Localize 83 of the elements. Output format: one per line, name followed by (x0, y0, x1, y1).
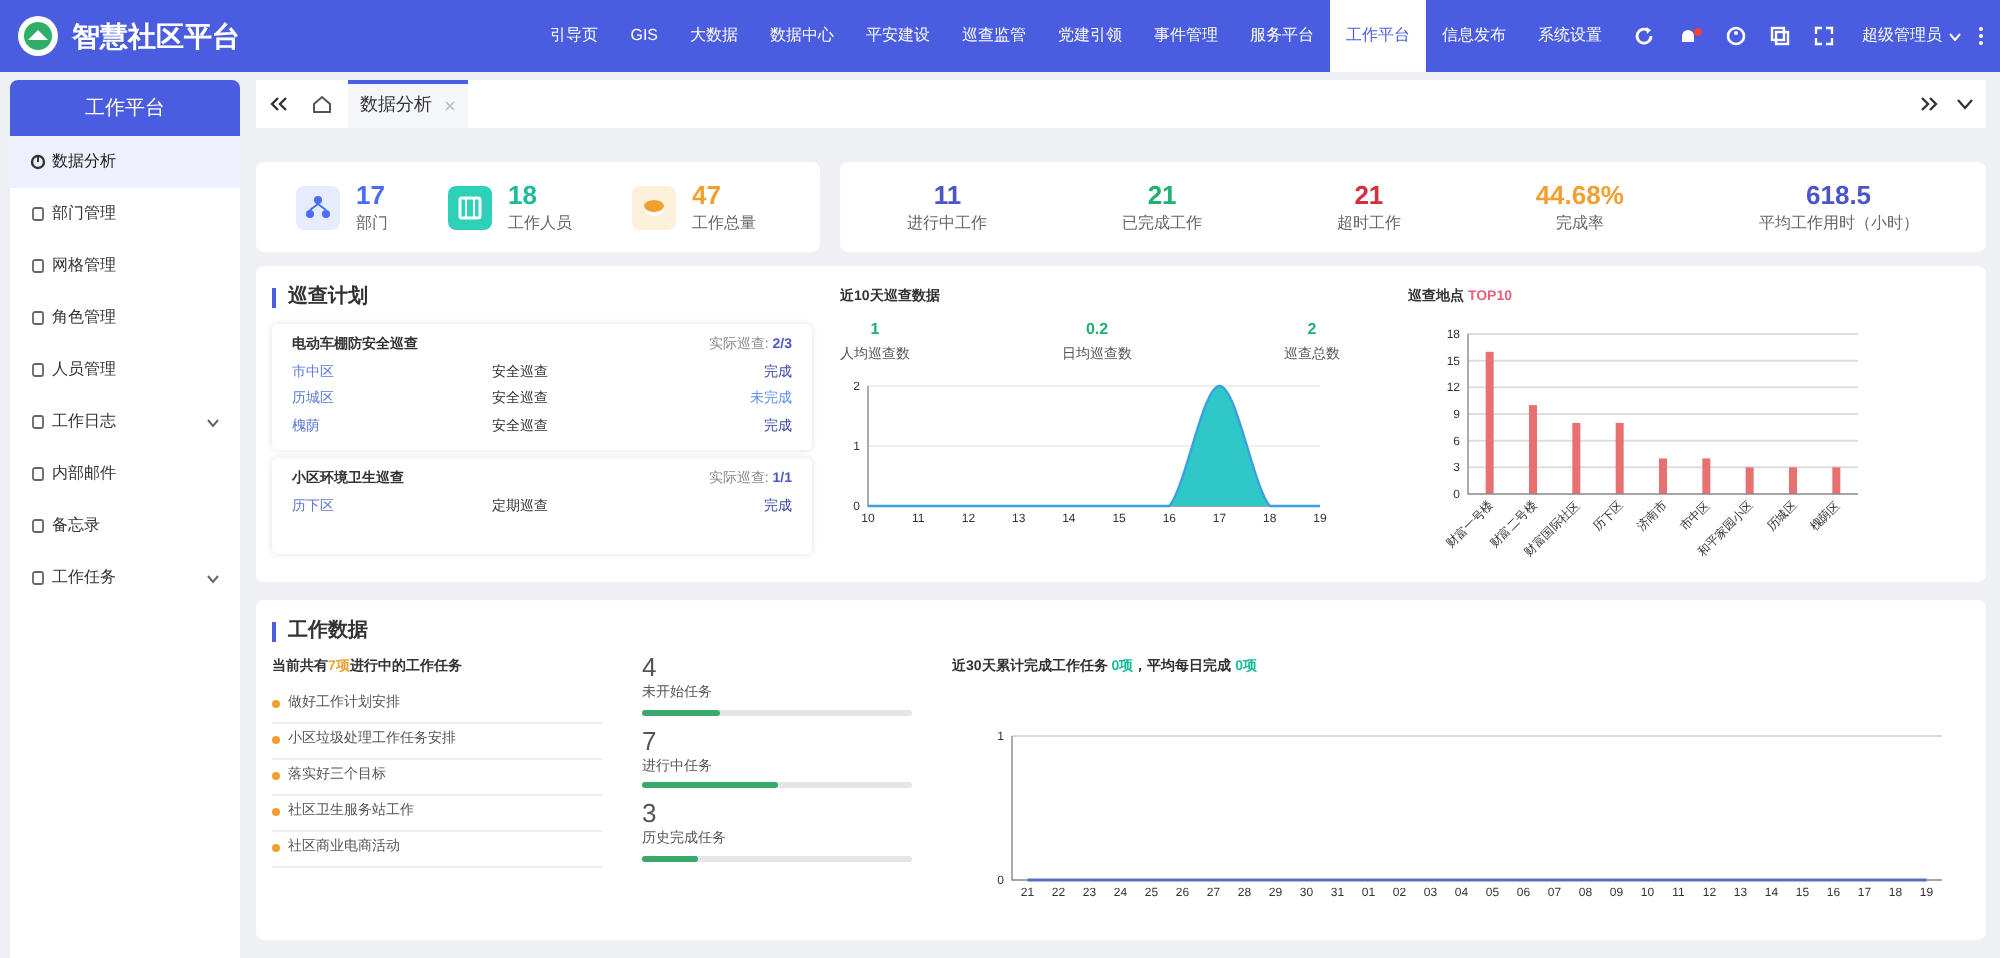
bar (1659, 457, 1667, 493)
caret-icon[interactable] (1948, 31, 1962, 41)
section-title: 工作数据 (288, 617, 368, 646)
stat-label: 进行中工作 (907, 213, 988, 234)
stack-icon (632, 185, 676, 229)
stat-label: 平均工作用时（小时） (1758, 213, 1919, 234)
user-name[interactable]: 超级管理员 (1862, 24, 1942, 48)
count-value: 3 (642, 800, 659, 826)
bar (1485, 350, 1494, 493)
home-icon[interactable] (312, 94, 332, 114)
sidebar-title: 工作平台 (10, 80, 240, 136)
close-icon (444, 100, 456, 112)
nav-tab[interactable]: 大数据 (674, 0, 754, 72)
sidebar-item[interactable]: 工作日志 (10, 396, 240, 448)
stat-value: 21 (1147, 180, 1177, 214)
bar (1832, 466, 1841, 493)
more-icon[interactable] (1978, 26, 1984, 46)
stat-value: 618.5 (1806, 180, 1872, 214)
nav-tab[interactable]: 数据中心 (754, 0, 850, 72)
count-value: 7 (642, 727, 659, 753)
stat-value: 17 (356, 180, 387, 214)
people-icon (448, 185, 492, 229)
sidebar-item[interactable]: 内部邮件 (10, 448, 240, 500)
stat-value: 11 (933, 180, 962, 214)
document-icon (30, 518, 46, 534)
bar (1529, 404, 1537, 493)
bar (1572, 421, 1581, 493)
title-bar-marker (272, 621, 276, 641)
document-icon (30, 206, 46, 222)
bar (1702, 457, 1711, 493)
nav-tab[interactable]: 系统设置 (1522, 0, 1618, 72)
chevron-down-icon[interactable] (1956, 98, 1974, 110)
sidebar-item[interactable]: 角色管理 (10, 292, 240, 344)
bar (1745, 466, 1754, 493)
bar (1615, 421, 1624, 493)
nav-tab[interactable]: 平安建设 (850, 0, 946, 72)
document-icon (30, 362, 46, 378)
document-icon (30, 466, 46, 482)
nav-tab[interactable]: GIS (614, 0, 674, 72)
stat-value: 21 (1354, 180, 1384, 214)
nav-tab[interactable]: 信息发布 (1426, 0, 1522, 72)
stat-value: 0.2 (1085, 317, 1109, 341)
stat-label: 部门 (356, 213, 388, 234)
double-left-icon[interactable] (268, 96, 288, 112)
app-title: 智慧社区平台 (72, 17, 240, 55)
nav-tab[interactable]: 引导页 (534, 0, 615, 72)
document-icon (30, 310, 46, 326)
stat-value: 18 (508, 180, 539, 214)
sidebar-item[interactable]: 工作任务 (10, 552, 240, 604)
stat-label: 工作人员 (508, 213, 572, 234)
nav-tab[interactable]: 党建引领 (1042, 0, 1138, 72)
nav-tab[interactable]: 巡查监管 (946, 0, 1042, 72)
document-icon (30, 258, 46, 274)
stat-value: 2 (1307, 317, 1317, 341)
title-bar-marker (272, 287, 276, 307)
page-tab[interactable]: 数据分析 (348, 80, 468, 128)
nav-tab[interactable]: 服务平台 (1234, 0, 1330, 72)
stat-label: 已完成工作 (1122, 213, 1203, 234)
refresh-icon[interactable] (1634, 26, 1654, 46)
stat-label: 完成率 (1555, 213, 1604, 234)
document-icon (30, 570, 46, 586)
logo-icon (16, 14, 60, 58)
double-right-icon[interactable] (1920, 96, 1940, 112)
stat-value: 1 (870, 317, 880, 341)
org-icon (296, 185, 340, 229)
fullscreen-icon[interactable] (1814, 26, 1834, 46)
nav-tab[interactable]: 事件管理 (1138, 0, 1234, 72)
stat-value: 44.68% (1535, 180, 1624, 214)
nav-tab[interactable]: 工作平台 (1330, 0, 1426, 72)
sidebar-item[interactable]: 数据分析 (10, 136, 240, 188)
sidebar-item[interactable]: 人员管理 (10, 344, 240, 396)
stat-value: 47 (692, 180, 723, 214)
document-icon (30, 414, 46, 430)
sidebar-item[interactable]: 网格管理 (10, 240, 240, 292)
count-value: 4 (642, 654, 659, 680)
copy-icon[interactable] (1770, 26, 1790, 46)
stat-label: 超时工作 (1336, 213, 1401, 234)
section-title: 巡查计划 (288, 283, 368, 312)
bar (1789, 466, 1797, 493)
sidebar-item[interactable]: 部门管理 (10, 188, 240, 240)
bell-icon[interactable] (1678, 26, 1702, 46)
stat-label: 工作总量 (692, 213, 756, 234)
sidebar-item[interactable]: 备忘录 (10, 500, 240, 552)
